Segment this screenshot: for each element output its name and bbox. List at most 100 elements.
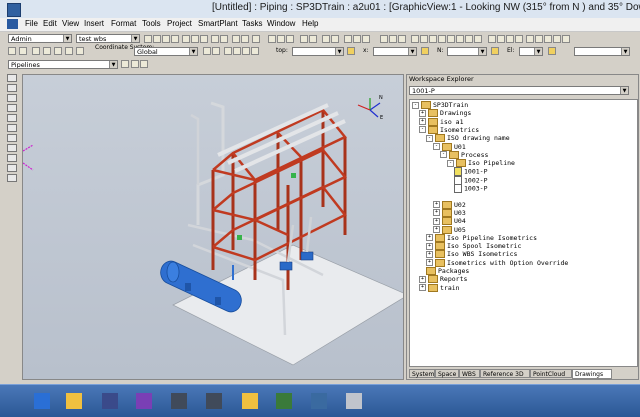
tree-node[interactable]: - Iso Pipeline bbox=[447, 159, 515, 168]
insert-split-icon[interactable] bbox=[7, 114, 17, 122]
network-tools-icon[interactable] bbox=[305, 389, 333, 413]
lock-n-icon[interactable] bbox=[421, 47, 429, 55]
menu-help[interactable]: Help bbox=[302, 19, 318, 28]
collapse-icon[interactable]: - bbox=[440, 151, 447, 159]
tree-node[interactable]: + U03 bbox=[433, 208, 466, 217]
tree-node[interactable]: Packages bbox=[426, 267, 469, 275]
cut-icon[interactable] bbox=[182, 35, 190, 43]
menu-project[interactable]: Project bbox=[167, 19, 192, 28]
tree-node[interactable]: 1002-P bbox=[454, 175, 487, 185]
workspace-tree[interactable]: - SP3DTrain + Drawings + iso a1- Isometrics - IS… bbox=[409, 99, 638, 367]
insert-component-tool-icon[interactable] bbox=[7, 94, 17, 102]
lock-icon[interactable] bbox=[203, 47, 211, 55]
pipe-route-icon[interactable] bbox=[300, 35, 308, 43]
lock-el-icon[interactable] bbox=[491, 47, 499, 55]
collapse-icon[interactable]: - bbox=[447, 159, 454, 167]
inside-fence-icon[interactable] bbox=[140, 60, 148, 68]
common-views-icon[interactable] bbox=[474, 35, 482, 43]
walk-icon[interactable] bbox=[544, 35, 552, 43]
collapse-icon[interactable]: - bbox=[419, 126, 426, 134]
tree-node[interactable]: + train bbox=[419, 283, 460, 292]
copy-tool-icon[interactable] bbox=[268, 35, 276, 43]
tree-node[interactable]: - ISO drawing name bbox=[426, 134, 510, 143]
paste-tool-icon[interactable] bbox=[277, 35, 285, 43]
angle-field[interactable]: ▼ bbox=[574, 47, 630, 56]
expand-icon[interactable]: + bbox=[426, 234, 433, 242]
point-along-icon[interactable] bbox=[43, 47, 51, 55]
menu-view[interactable]: View bbox=[62, 19, 79, 28]
locate-filter-select[interactable]: Pipelines ▼ bbox=[8, 60, 118, 69]
menu-tools[interactable]: Tools bbox=[142, 19, 161, 28]
filter-icon[interactable] bbox=[362, 35, 370, 43]
menu-edit[interactable]: Edit bbox=[43, 19, 57, 28]
offset-icon[interactable] bbox=[251, 47, 259, 55]
tree-node[interactable]: 1003-P bbox=[454, 184, 487, 193]
tab-drawings[interactable]: Drawings bbox=[572, 369, 612, 379]
step-icon[interactable] bbox=[233, 47, 241, 55]
expand-icon[interactable]: + bbox=[419, 284, 426, 292]
permission-group-select[interactable]: Admin ▼ bbox=[8, 34, 72, 43]
workspace-find-field[interactable]: 1001-P ▼ bbox=[409, 86, 629, 95]
expand-icon[interactable]: + bbox=[419, 118, 426, 126]
sequence-icon[interactable] bbox=[7, 174, 17, 182]
expand-icon[interactable]: + bbox=[426, 259, 433, 267]
copy-icon[interactable] bbox=[191, 35, 199, 43]
tab-pointcloud[interactable]: PointCloud bbox=[530, 369, 572, 378]
new-icon[interactable] bbox=[144, 35, 152, 43]
expand-icon[interactable]: + bbox=[433, 217, 440, 225]
mail-icon[interactable] bbox=[340, 389, 368, 413]
tree-node[interactable]: + Iso WBS Isometrics bbox=[426, 250, 517, 259]
wireframe-icon[interactable] bbox=[497, 35, 505, 43]
insert-feature-icon[interactable] bbox=[7, 104, 17, 112]
expand-icon[interactable]: + bbox=[433, 201, 440, 209]
el-field[interactable]: ▼ bbox=[519, 47, 543, 56]
open-icon[interactable] bbox=[153, 35, 161, 43]
properties-icon[interactable] bbox=[331, 35, 339, 43]
tree-node[interactable]: + Iso Spool Isometric bbox=[426, 242, 521, 251]
tree-node[interactable]: - SP3DTrain bbox=[412, 101, 468, 109]
sp3d-app-icon[interactable] bbox=[165, 389, 193, 413]
insert-tap-icon[interactable] bbox=[7, 134, 17, 142]
menu-format[interactable]: Format bbox=[111, 19, 136, 28]
lock-x-icon[interactable] bbox=[347, 47, 355, 55]
tree-node[interactable]: + U05 bbox=[433, 225, 466, 234]
tree-node[interactable]: - Isometrics bbox=[419, 125, 479, 134]
expand-icon[interactable]: + bbox=[426, 242, 433, 250]
measure-icon[interactable] bbox=[322, 35, 330, 43]
tab-reference-3d[interactable]: Reference 3D bbox=[480, 369, 530, 378]
measure-distance-icon[interactable] bbox=[54, 47, 62, 55]
select-icon[interactable] bbox=[232, 35, 240, 43]
sp3d-app-icon-2[interactable] bbox=[200, 389, 228, 413]
powershell-icon[interactable] bbox=[28, 389, 56, 413]
refplane-icon[interactable] bbox=[224, 47, 232, 55]
refresh-icon[interactable] bbox=[380, 35, 388, 43]
reference-icon[interactable] bbox=[65, 47, 73, 55]
connect-icon[interactable] bbox=[7, 124, 17, 132]
camera-icon[interactable] bbox=[535, 35, 543, 43]
print-icon[interactable] bbox=[171, 35, 179, 43]
paste-icon[interactable] bbox=[200, 35, 208, 43]
folder-sync-icon[interactable] bbox=[236, 389, 264, 413]
outline-icon[interactable] bbox=[506, 35, 514, 43]
smartplant-tools-icon[interactable] bbox=[270, 389, 298, 413]
expand-icon[interactable]: + bbox=[433, 226, 440, 233]
visual-studio-icon[interactable] bbox=[130, 389, 158, 413]
top-field[interactable]: ▼ bbox=[292, 47, 344, 56]
menu-insert[interactable]: Insert bbox=[84, 19, 104, 28]
menu-window[interactable]: Window bbox=[267, 19, 295, 28]
sp3d-launcher-icon[interactable] bbox=[96, 389, 124, 413]
select-tool-icon[interactable] bbox=[7, 74, 17, 82]
delete-icon[interactable] bbox=[286, 35, 294, 43]
coordinate-system-select[interactable]: Global ▼ bbox=[134, 47, 198, 56]
fit-icon[interactable] bbox=[438, 35, 446, 43]
collapse-icon[interactable]: - bbox=[426, 134, 433, 142]
pipe-spool-icon[interactable] bbox=[7, 144, 17, 152]
expand-icon[interactable]: + bbox=[419, 275, 426, 283]
undo-icon[interactable] bbox=[211, 35, 219, 43]
weld-icon[interactable] bbox=[7, 154, 17, 162]
app-menu-icon[interactable] bbox=[7, 19, 18, 29]
render-icon[interactable] bbox=[398, 35, 406, 43]
axis-icon[interactable] bbox=[212, 47, 220, 55]
angle-icon[interactable] bbox=[242, 47, 250, 55]
route-pipe-icon[interactable] bbox=[7, 84, 17, 92]
